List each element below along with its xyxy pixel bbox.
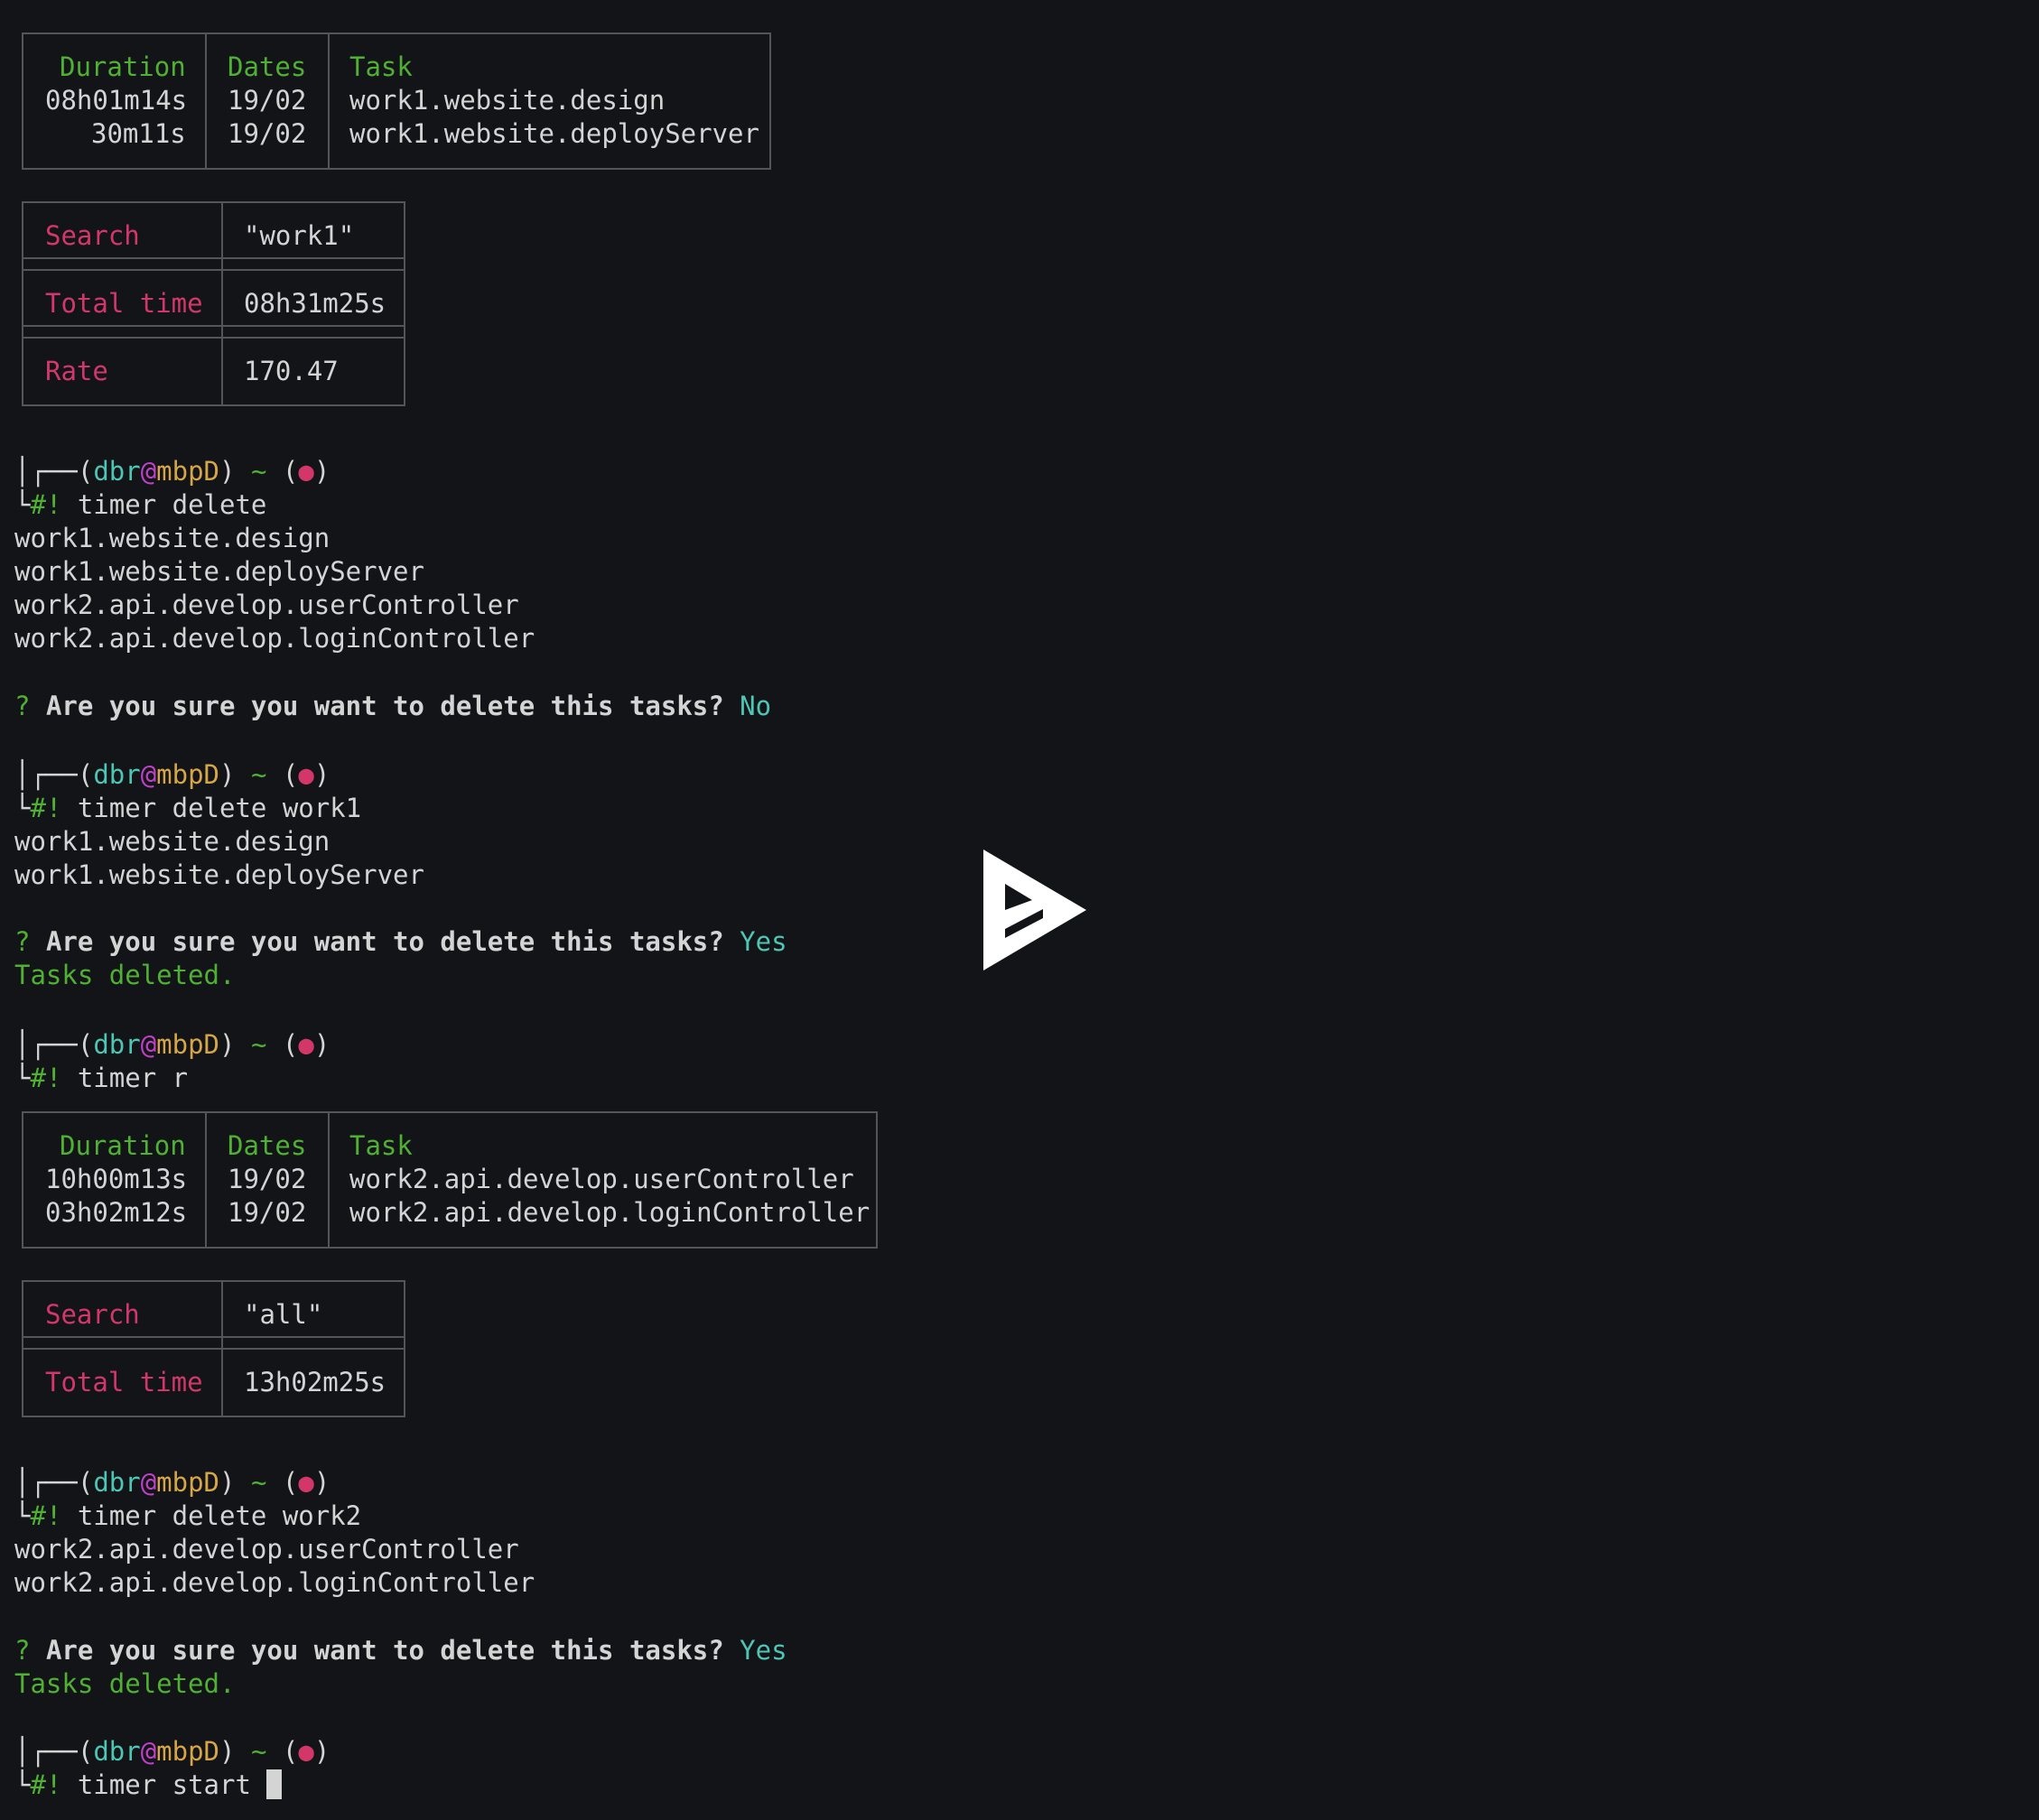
asciinema-play-logo-icon[interactable] [980, 846, 1092, 974]
output-line: work1.website.deployServer [14, 859, 424, 890]
table1-row2-date: 19/02 [228, 118, 307, 149]
table1-row2-duration: 30m11s [91, 118, 186, 149]
table2-header-duration: Duration [60, 1130, 186, 1161]
prompt-line: │┌──(dbr@mbpD) ~ (●) [14, 1029, 331, 1060]
table1-header-dates: Dates [228, 51, 307, 82]
output-line: work2.api.develop.userController [14, 590, 519, 620]
table1-row2-task: work1.website.deployServer [349, 118, 759, 149]
confirm-question: ? Are you sure you want to delete this t… [14, 691, 772, 721]
table2-row1-date: 19/02 [228, 1164, 307, 1194]
output-line: work1.website.design [14, 523, 331, 553]
summary2-total-label: Total time [45, 1367, 203, 1398]
table2-row2-duration: 03h02m12s [45, 1197, 188, 1228]
summary1-search-label: Search [45, 220, 140, 251]
table2-header-dates: Dates [228, 1130, 307, 1161]
summary2-search-value: "all" [244, 1299, 323, 1330]
table2-row2-date: 19/02 [228, 1197, 307, 1228]
table1-header-task: Task [349, 51, 413, 82]
table1-header-duration: Duration [60, 51, 186, 82]
output-line: work1.website.design [14, 826, 331, 857]
table2-row1-duration: 10h00m13s [45, 1164, 188, 1194]
status-dot-icon: ● [298, 759, 314, 790]
output-line: work2.api.develop.userController [14, 1534, 519, 1565]
summary1-rate-value: 170.47 [244, 356, 339, 386]
output-line: work1.website.deployServer [14, 556, 424, 587]
command-line: └#! timer delete work1 [14, 793, 362, 823]
summary2-search-label: Search [45, 1299, 140, 1330]
command-line-active[interactable]: └#! timer start [14, 1769, 283, 1802]
summary1-total-value: 08h31m25s [244, 288, 386, 319]
table1-row1-task: work1.website.design [349, 85, 666, 116]
terminal-cursor [266, 1769, 283, 1799]
output-line: work2.api.develop.loginController [14, 1567, 535, 1598]
table1-row1-duration: 08h01m14s [45, 85, 188, 116]
confirm-question: ? Are you sure you want to delete this t… [14, 1635, 787, 1666]
status-dot-icon: ● [298, 1467, 314, 1498]
confirm-question: ? Are you sure you want to delete this t… [14, 926, 787, 957]
table2-row2-task: work2.api.develop.loginController [349, 1197, 871, 1228]
prompt-line: │┌──(dbr@mbpD) ~ (●) [14, 1736, 331, 1767]
status-dot-icon: ● [298, 1029, 314, 1060]
output-line: work2.api.develop.loginController [14, 623, 535, 654]
command-line: └#! timer delete [14, 489, 267, 520]
table2-row1-task: work2.api.develop.userController [349, 1164, 854, 1194]
summary1-rate-label: Rate [45, 356, 108, 386]
result-message: Tasks deleted. [14, 960, 236, 990]
summary2-total-value: 13h02m25s [244, 1367, 386, 1398]
status-dot-icon: ● [298, 1736, 314, 1767]
command-line: └#! timer delete work2 [14, 1500, 362, 1531]
summary1-total-label: Total time [45, 288, 203, 319]
prompt-line: │┌──(dbr@mbpD) ~ (●) [14, 456, 331, 487]
table1-row1-date: 19/02 [228, 85, 307, 116]
status-dot-icon: ● [298, 456, 314, 487]
result-message: Tasks deleted. [14, 1668, 236, 1699]
prompt-line: │┌──(dbr@mbpD) ~ (●) [14, 1467, 331, 1498]
summary1-search-value: "work1" [244, 220, 355, 251]
prompt-line: │┌──(dbr@mbpD) ~ (●) [14, 759, 331, 790]
command-line: └#! timer r [14, 1063, 189, 1093]
table2-header-task: Task [349, 1130, 413, 1161]
